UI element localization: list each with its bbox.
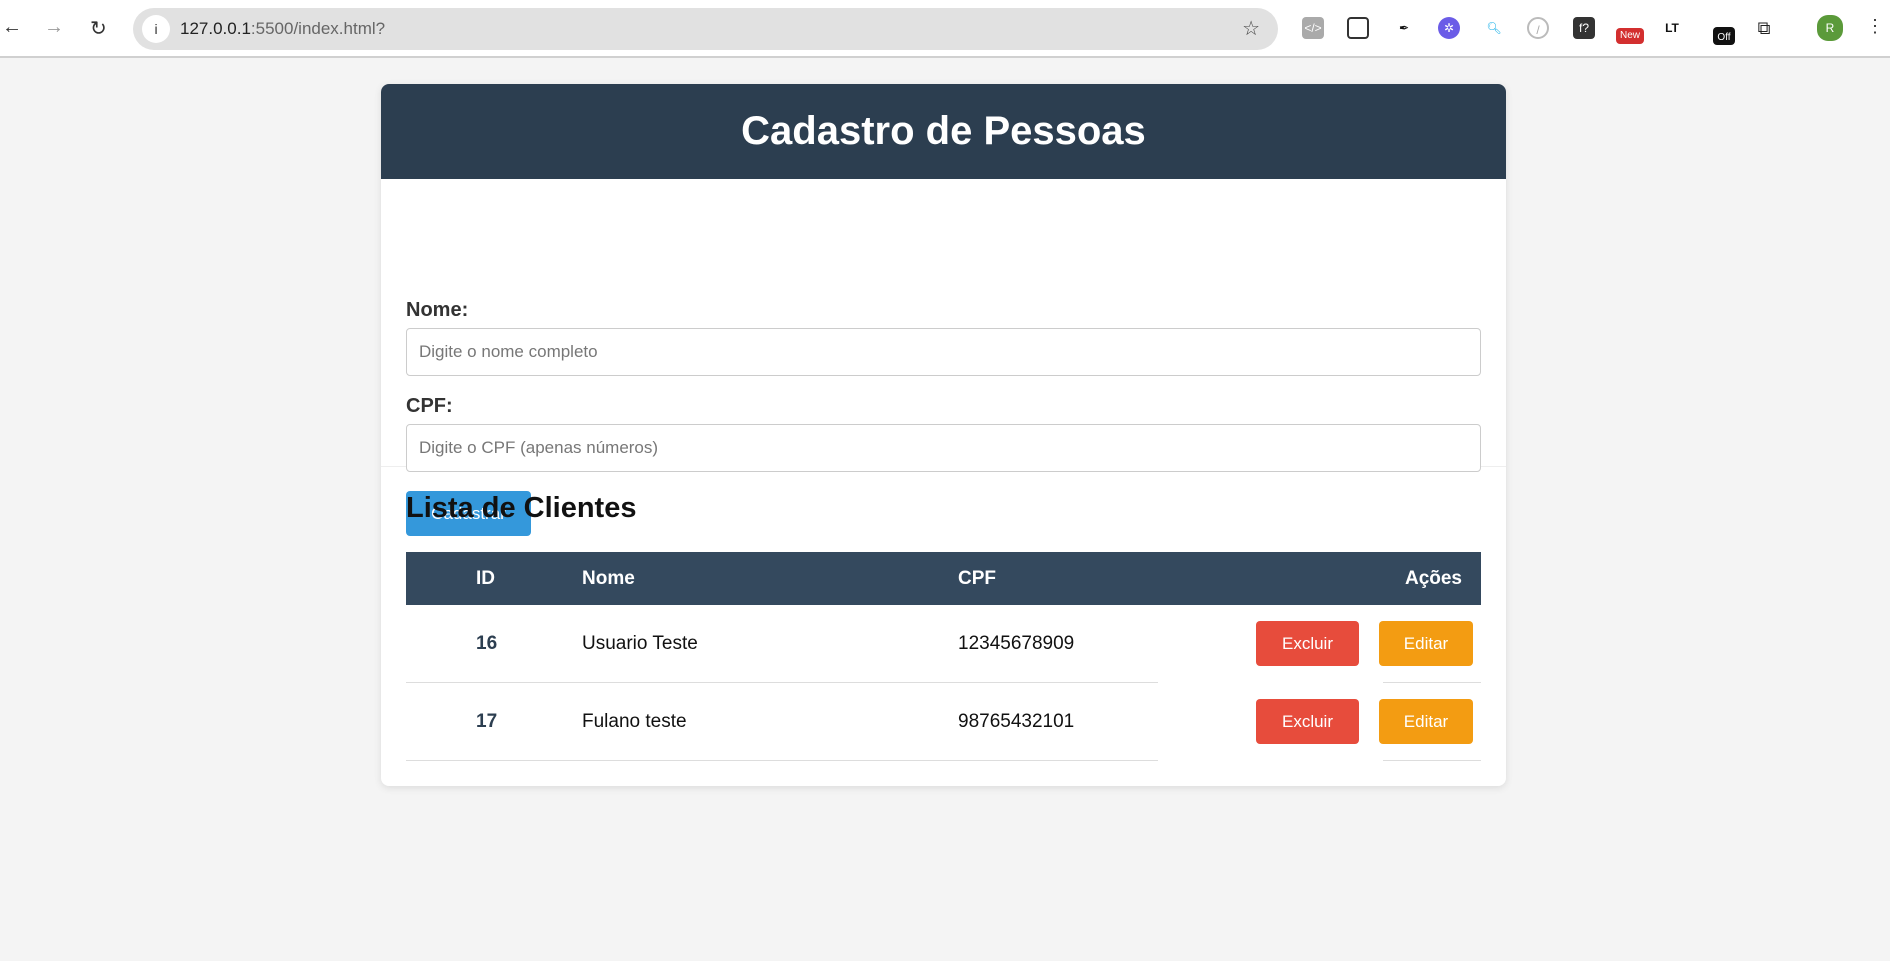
col-cpf: CPF	[958, 567, 996, 589]
forward-icon[interactable]: →	[44, 16, 64, 39]
cell-nome: Fulano teste	[582, 711, 687, 732]
excluir-button[interactable]: Excluir	[1256, 699, 1359, 744]
off-badge-icon[interactable]: Off	[1713, 27, 1735, 45]
cell-cpf: 12345678909	[958, 633, 1075, 654]
menu-icon[interactable]: ⋮	[1866, 16, 1884, 37]
nome-label: Nome:	[406, 299, 469, 321]
cell-id: 17	[476, 711, 498, 732]
code-icon[interactable]: </>	[1302, 17, 1324, 39]
cell-nome: Usuario Teste	[582, 633, 698, 654]
cpf-label: CPF:	[406, 395, 453, 417]
cell-id: 16	[476, 633, 498, 654]
browser-toolbar: ← → ↻ i 127.0.0.1:5500/index.html? ☆ </>…	[0, 0, 1890, 58]
col-nome: Nome	[582, 567, 635, 589]
table-row: 17 Fulano teste 98765432101 Excluir Edit…	[406, 683, 1481, 761]
page-title: Cadastro de Pessoas	[381, 84, 1506, 179]
new-badge-icon[interactable]: New	[1616, 28, 1644, 44]
cpf-input[interactable]	[406, 424, 1481, 472]
address-bar[interactable]: i 127.0.0.1:5500/index.html? ☆	[133, 8, 1278, 50]
lt-icon[interactable]: LT	[1661, 17, 1683, 39]
bookmark-star-icon[interactable]: ☆	[1242, 16, 1260, 41]
cell-cpf: 98765432101	[958, 711, 1075, 732]
site-info-icon[interactable]: i	[142, 15, 170, 43]
table-row: 16 Usuario Teste 12345678909 Excluir Edi…	[406, 605, 1481, 683]
row-divider	[1383, 760, 1481, 761]
main-card: Cadastro de Pessoas Nome: CPF: Cadastrar…	[381, 84, 1506, 786]
puzzle-icon[interactable]: ⧉	[1753, 17, 1775, 39]
nome-input[interactable]	[406, 328, 1481, 376]
excluir-button[interactable]: Excluir	[1256, 621, 1359, 666]
search-zoom-icon[interactable]: 🔍︎	[1483, 17, 1505, 39]
back-icon[interactable]: ←	[2, 16, 22, 39]
row-divider	[406, 760, 1158, 761]
url-text: 127.0.0.1:5500/index.html?	[180, 19, 386, 38]
snowflake-icon[interactable]: ✲	[1438, 17, 1460, 39]
list-title: Lista de Clientes	[406, 492, 637, 524]
avatar[interactable]: R	[1817, 15, 1843, 41]
col-id: ID	[476, 567, 495, 589]
editar-button[interactable]: Editar	[1379, 699, 1473, 744]
col-acoes: Ações	[1404, 567, 1462, 589]
font-icon[interactable]: f?	[1573, 17, 1595, 39]
reload-icon[interactable]: ↻	[90, 16, 107, 41]
screenshot-icon[interactable]	[1347, 17, 1369, 39]
compass-icon[interactable]: /	[1527, 17, 1549, 39]
editar-button[interactable]: Editar	[1379, 621, 1473, 666]
eyedropper-icon[interactable]: ✒	[1393, 17, 1415, 39]
table-header: ID Nome CPF Ações	[406, 552, 1481, 605]
person-form: Nome: CPF: Cadastrar	[381, 179, 1506, 536]
